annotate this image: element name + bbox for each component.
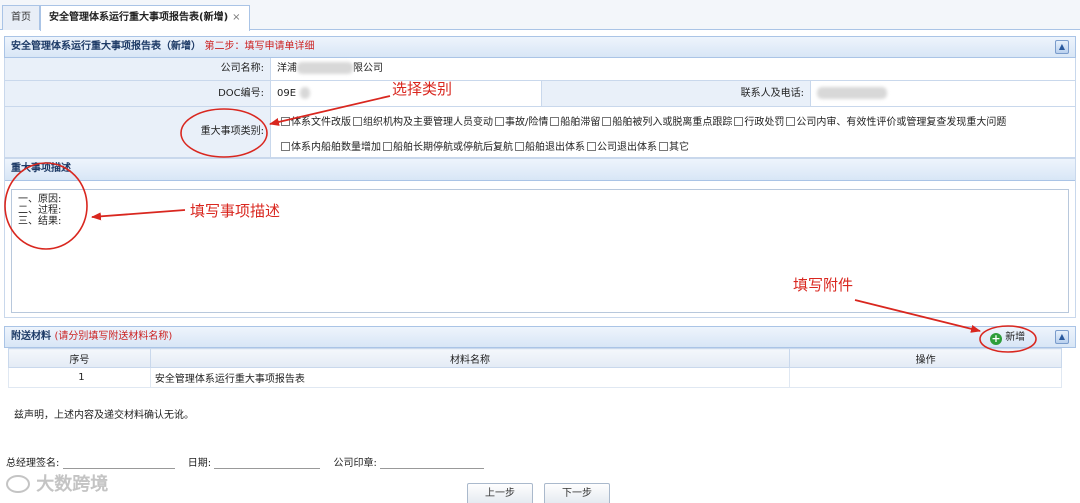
annotation-select-category: 选择类别 <box>392 80 453 98</box>
annotation-arrow <box>854 299 981 333</box>
annotation-circle <box>4 162 88 250</box>
annotation-arrow <box>269 95 391 126</box>
annotation-circle <box>180 108 268 158</box>
annotation-fill-description: 填写事项描述 <box>190 202 281 220</box>
annotation-overlay <box>4 95 1037 353</box>
annotation-arrow <box>91 209 186 221</box>
annotation-fill-attachment: 填写附件 <box>793 276 854 294</box>
annotation-circle <box>979 325 1037 353</box>
